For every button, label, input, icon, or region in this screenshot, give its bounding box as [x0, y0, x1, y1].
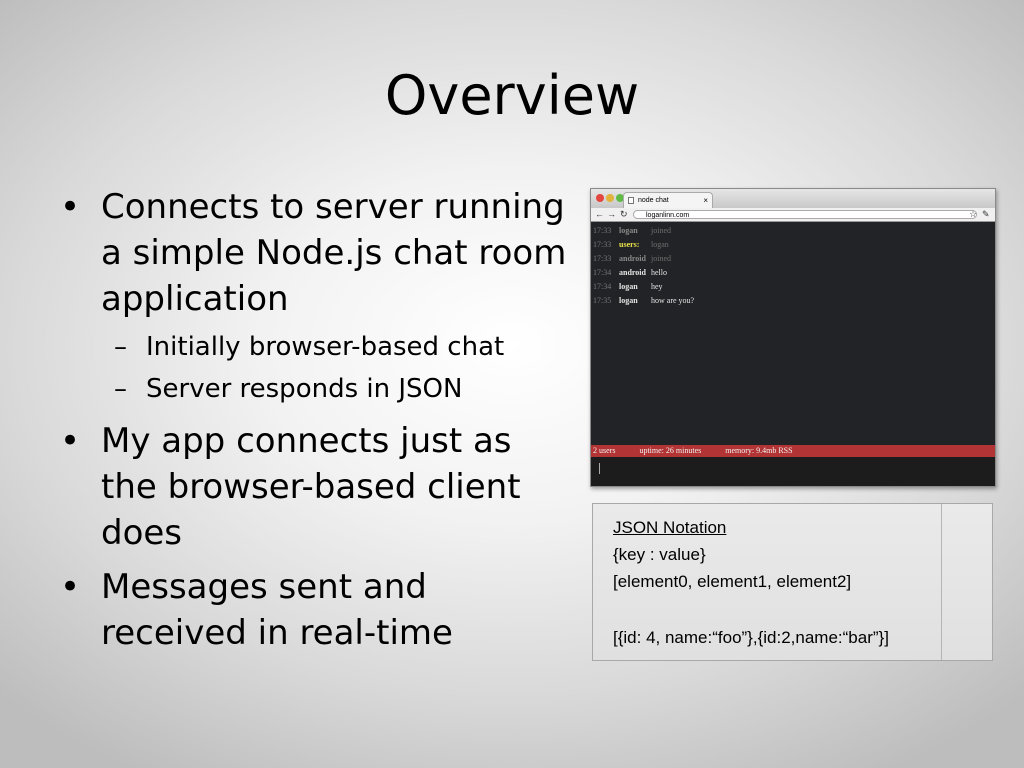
- back-arrow-icon[interactable]: ←: [595, 208, 604, 221]
- chat-message: 17:35 logan how are you?: [591, 294, 995, 308]
- text-caret: [599, 463, 600, 474]
- browser-titlebar: node chat ×: [591, 189, 995, 208]
- close-window-icon[interactable]: [596, 194, 604, 202]
- json-notation-box: JSON Notation {key : value} [element0, e…: [592, 503, 993, 661]
- slide-title: Overview: [384, 64, 640, 127]
- message-time: 17:33: [593, 240, 612, 249]
- browser-toolbar: ← → ↻ loganlinn.com ☆ ✎: [591, 208, 995, 222]
- bullet-item: • My app connects just as the browser-ba…: [58, 418, 578, 556]
- browser-tab[interactable]: node chat ×: [623, 192, 713, 208]
- dash-icon: –: [114, 332, 127, 362]
- wrench-icon[interactable]: ✎: [982, 208, 990, 221]
- sub-bullet-text: Initially browser-based chat: [146, 332, 505, 362]
- message-user: logan: [619, 226, 638, 235]
- chat-message: 17:33 android joined: [591, 252, 995, 266]
- bullet-text: Messages sent and received in real-time: [101, 567, 453, 653]
- message-time: 17:34: [593, 268, 612, 277]
- sub-bullet-list: – Initially browser-based chat – Server …: [58, 326, 578, 410]
- chat-message: 17:34 android hello: [591, 266, 995, 280]
- bullet-item: • Connects to server running a simple No…: [58, 184, 578, 322]
- chat-message: 17:34 logan hey: [591, 280, 995, 294]
- json-line: {key : value}: [613, 545, 706, 564]
- chat-message: 17:33 logan joined: [591, 224, 995, 238]
- message-time: 17:33: [593, 226, 612, 235]
- bullet-dot-icon: •: [60, 187, 81, 227]
- message-text: hello: [651, 268, 667, 277]
- message-text: hey: [651, 282, 663, 291]
- message-user: logan: [619, 296, 638, 305]
- message-time: 17:33: [593, 254, 612, 263]
- message-user: logan: [619, 282, 638, 291]
- chat-input[interactable]: [591, 457, 995, 486]
- message-user: users:: [619, 240, 640, 249]
- json-line: [element0, element1, element2]: [613, 572, 852, 591]
- uptime-text: uptime: 26 minutes: [639, 446, 702, 455]
- url-text: loganlinn.com: [646, 212, 690, 219]
- message-user: android: [619, 254, 646, 263]
- user-count: 2 users: [593, 446, 616, 455]
- sub-bullet-item: – Initially browser-based chat: [58, 326, 578, 368]
- memory-text: memory: 9.4mb RSS: [725, 446, 793, 455]
- address-bar[interactable]: loganlinn.com: [633, 210, 977, 219]
- dash-icon: –: [114, 374, 127, 404]
- message-text: logan: [651, 240, 669, 249]
- bullet-text: Connects to server running a simple Node…: [101, 187, 567, 319]
- sub-bullet-text: Server responds in JSON: [146, 374, 463, 404]
- chat-log: 17:33 logan joined 17:33 users: logan 17:33 a…: [591, 222, 995, 446]
- bullet-dot-icon: •: [60, 567, 81, 607]
- bullet-item: • Messages sent and received in real-tim…: [58, 564, 578, 656]
- page-icon: [628, 197, 634, 204]
- message-text: joined: [651, 226, 671, 235]
- bullet-text: My app connects just as the browser-base…: [101, 421, 521, 553]
- tab-title: node chat: [638, 197, 669, 204]
- star-icon[interactable]: ☆: [969, 208, 977, 221]
- message-text: how are you?: [651, 296, 695, 305]
- bullet-dot-icon: •: [60, 421, 81, 461]
- json-line: [{id: 4, name:“foo”},{id:2,name:“bar”}]: [613, 628, 889, 647]
- bullet-list: • Connects to server running a simple No…: [58, 184, 578, 658]
- tab-close-icon[interactable]: ×: [703, 193, 708, 208]
- message-time: 17:35: [593, 296, 612, 305]
- minimize-window-icon[interactable]: [606, 194, 614, 202]
- forward-arrow-icon[interactable]: →: [607, 208, 616, 221]
- message-text: joined: [651, 254, 671, 263]
- json-heading: JSON Notation: [613, 518, 727, 537]
- message-user: android: [619, 268, 646, 277]
- sub-bullet-item: – Server responds in JSON: [58, 368, 578, 410]
- message-time: 17:34: [593, 282, 612, 291]
- chat-status-bar: 2 users uptime: 26 minutes memory: 9.4mb R…: [591, 445, 995, 457]
- chat-message: 17:33 users: logan: [591, 238, 995, 252]
- browser-screenshot: node chat × ← → ↻ loganlinn.com ☆ ✎ 17:3…: [590, 188, 996, 487]
- reload-icon[interactable]: ↻: [620, 208, 628, 221]
- divider: [941, 504, 942, 660]
